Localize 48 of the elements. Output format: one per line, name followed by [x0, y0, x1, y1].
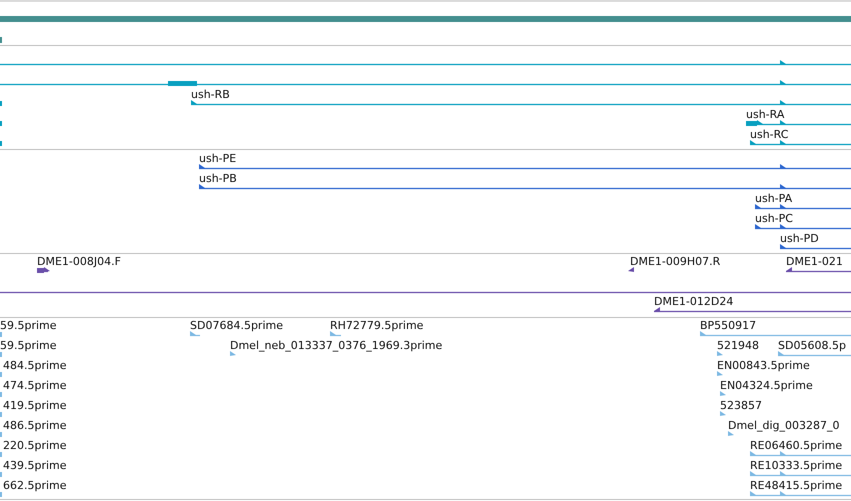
feature-label: SD07684.5prime: [190, 319, 283, 332]
feature-label: DME1-008J04.F: [37, 255, 121, 268]
feature-label: ush-RC: [750, 128, 788, 141]
feature-glyph[interactable]: [199, 164, 851, 170]
feature-label: SD05608.5p: [778, 339, 846, 352]
feature-label: 220.5prime: [3, 439, 67, 452]
feature-glyph[interactable]: [199, 184, 851, 190]
feature-glyph[interactable]: [750, 140, 851, 146]
feature-label: 474.5prime: [3, 379, 67, 392]
feature-label: RE10333.5prime: [750, 459, 842, 472]
feature-glyph[interactable]: [654, 307, 851, 312]
feature-label: ush-PE: [199, 152, 236, 165]
feature-label: RH72779.5prime: [330, 319, 424, 332]
feature-label: DME1-021: [786, 255, 843, 268]
feature-label: DME1-012D24: [654, 295, 734, 308]
feature-glyph[interactable]: [191, 100, 851, 106]
feature-label: ush-PA: [755, 192, 792, 205]
feature-glyph[interactable]: [755, 204, 851, 210]
feature-label: 662.5prime: [3, 479, 67, 492]
feature-label: 419.5prime: [3, 399, 67, 412]
feature-label: 484.5prime: [3, 359, 67, 372]
feature-glyph[interactable]: [628, 267, 634, 272]
feature-label: EN04324.5prime: [720, 379, 813, 392]
feature-label: ush-PD: [780, 232, 819, 245]
feature-label: 523857: [720, 399, 762, 412]
feature-label: Dmel_neb_013337_0376_1969.3prime: [230, 339, 442, 352]
feature-glyph[interactable]: [0, 60, 851, 66]
feature-label: 521948: [717, 339, 759, 352]
feature-label: ush-RB: [191, 88, 230, 101]
feature-glyph[interactable]: [746, 120, 851, 126]
feature-label: RE48415.5prime: [750, 479, 842, 492]
feature-glyph[interactable]: [755, 224, 851, 230]
feature-label: EN00843.5prime: [717, 359, 810, 372]
feature-label: 59.5prime: [0, 319, 57, 332]
feature-label: RE06460.5prime: [750, 439, 842, 452]
feature-label: ush-PC: [755, 212, 793, 225]
feature-label: 59.5prime: [0, 339, 57, 352]
feature-glyph[interactable]: [780, 244, 851, 250]
feature-label: DME1-009H07.R: [630, 255, 720, 268]
feature-label: Dmel_dig_003287_0: [728, 419, 840, 432]
feature-label: ush-PB: [199, 172, 237, 185]
feature-label: 486.5prime: [3, 419, 67, 432]
feature-label: ush-RA: [746, 108, 784, 121]
feature-glyph[interactable]: [786, 267, 851, 272]
feature-label: 439.5prime: [3, 459, 67, 472]
feature-label: BP550917: [700, 319, 756, 332]
feature-glyph[interactable]: [0, 80, 851, 86]
feature-glyph[interactable]: [37, 267, 50, 273]
